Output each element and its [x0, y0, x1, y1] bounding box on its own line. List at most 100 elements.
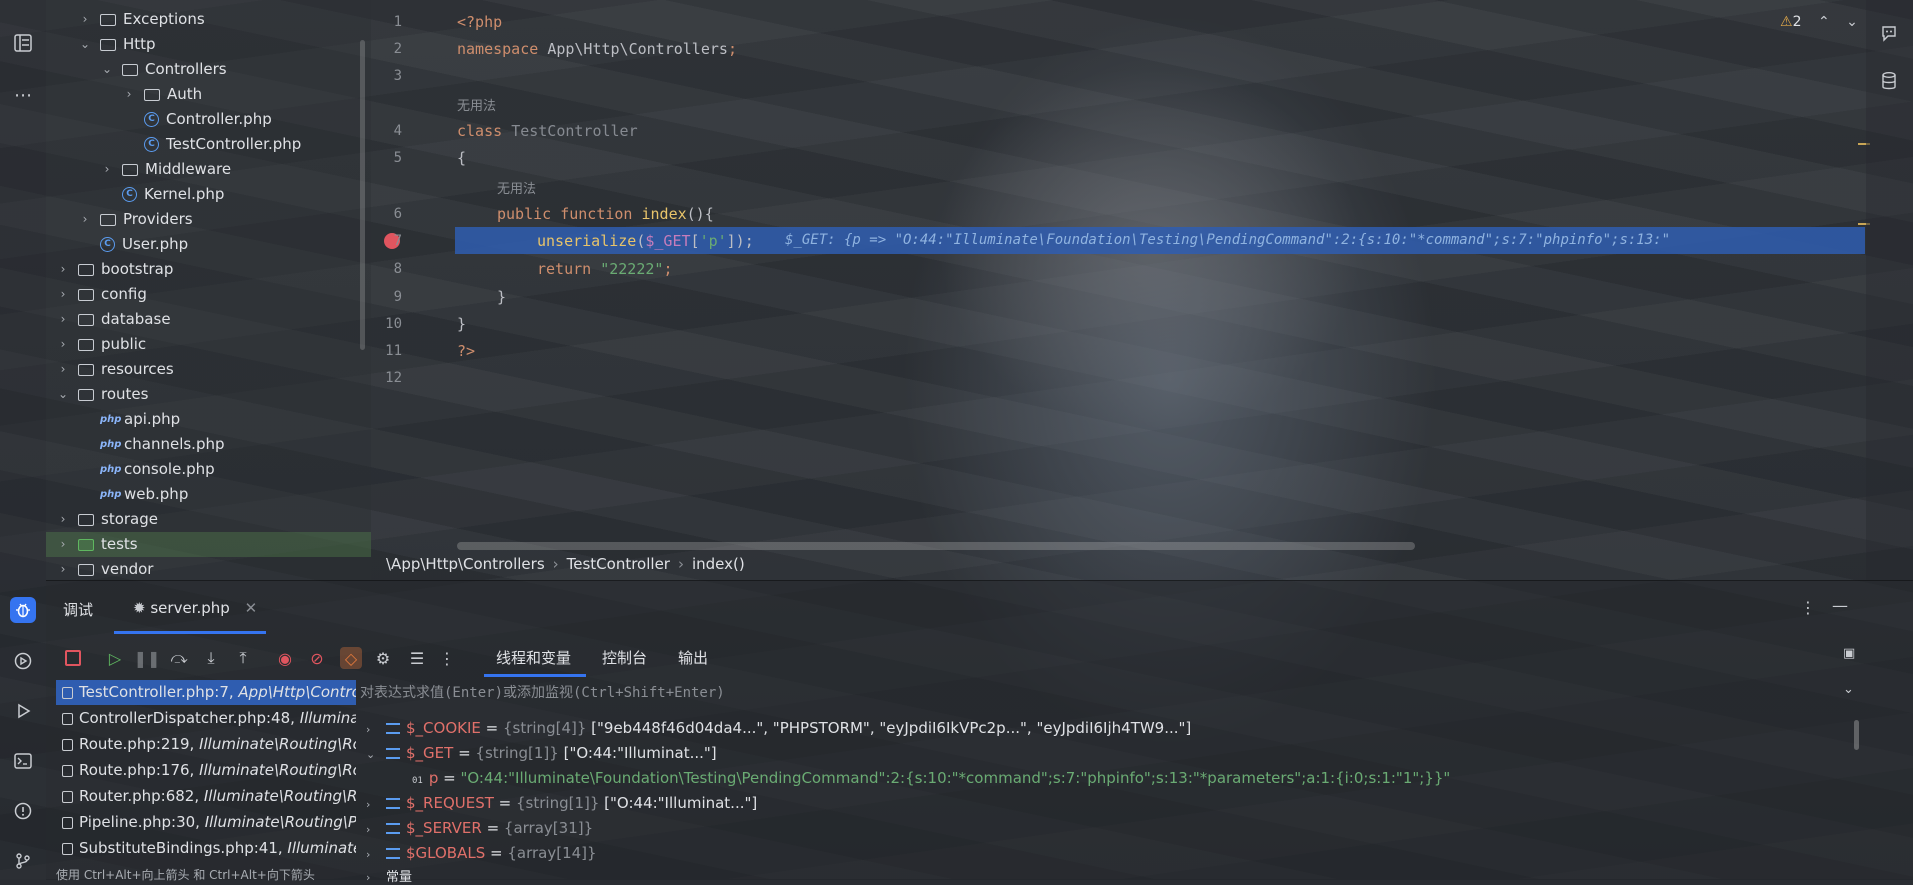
chevron-right-icon[interactable]: › [56, 357, 70, 382]
variable-child-row[interactable]: 01 p = "O:44:"Illuminate\Foundation\Testi… [412, 769, 1852, 787]
stop-icon[interactable] [62, 647, 84, 669]
git-icon[interactable] [10, 848, 36, 874]
breadcrumb-method[interactable]: index() [692, 555, 745, 573]
tree-item[interactable]: › Middleware [46, 157, 371, 182]
breadcrumb-class[interactable]: TestController [567, 555, 670, 573]
stack-frame[interactable]: Pipeline.php:30, Illuminate\Routing\Pipe… [56, 810, 356, 835]
tab-threads-variables[interactable]: 线程和变量 [496, 647, 571, 668]
variable-row[interactable]: › $_REQUEST = {string[1]} ["O:44:"Illumin… [366, 794, 757, 812]
tree-item[interactable]: › tests [46, 532, 371, 557]
inspection-widget[interactable]: ⚠2 ⌃ ⌄ [1780, 14, 1858, 30]
tree-item[interactable]: › Providers [46, 207, 371, 232]
chevron-down-icon[interactable]: ⌄ [78, 32, 92, 57]
variable-row[interactable]: ⌄ $_GET = {string[1]} ["O:44:"Illuminat..… [366, 744, 717, 762]
ai-assistant-icon[interactable] [1876, 20, 1902, 46]
close-tab-icon[interactable]: ✕ [245, 599, 258, 617]
tab-output[interactable]: 输出 [678, 647, 708, 668]
step-into-icon[interactable]: ⤓ [200, 647, 222, 669]
chevron-down-icon[interactable]: ⌄ [100, 57, 114, 82]
chevron-right-icon[interactable]: › [78, 7, 92, 32]
chevron-right-icon[interactable]: › [56, 532, 70, 557]
tree-item[interactable]: C User.php [46, 232, 371, 257]
code-editor[interactable] [371, 0, 1866, 580]
chevron-right-icon[interactable]: › [78, 207, 92, 232]
chevron-right-icon[interactable]: › [56, 307, 70, 332]
tree-item[interactable]: › Auth [46, 82, 371, 107]
project-structure-icon[interactable] [10, 30, 36, 56]
services-icon[interactable] [10, 648, 36, 674]
tree-item[interactable]: › bootstrap [46, 257, 371, 282]
chevron-down-icon[interactable]: ⌄ [366, 748, 380, 761]
terminal-icon[interactable] [10, 748, 36, 774]
tree-item[interactable]: › vendor [46, 557, 371, 580]
more-icon[interactable]: ⋯ [10, 82, 36, 108]
database-icon[interactable] [1876, 68, 1902, 94]
chevron-right-icon[interactable]: › [122, 82, 136, 107]
stack-frame[interactable]: Route.php:219, Illuminate\Routing\Route-… [56, 732, 356, 757]
tree-item[interactable]: › storage [46, 507, 371, 532]
chevron-right-icon[interactable]: › [100, 157, 114, 182]
tree-item[interactable]: ⌄ Http [46, 32, 371, 57]
chevron-right-icon[interactable]: › [366, 798, 380, 811]
constants-row[interactable]: › 常量 [366, 866, 412, 885]
minimize-icon[interactable]: — [1832, 596, 1848, 615]
chevron-right-icon[interactable]: › [56, 557, 70, 580]
tree-item[interactable]: php channels.php [46, 432, 371, 457]
tree-item[interactable]: › resources [46, 357, 371, 382]
variable-row[interactable]: › $_COOKIE = {string[4]} ["9eb448f46d04da… [366, 719, 1191, 737]
more-actions-icon[interactable]: ⋮ [436, 647, 458, 669]
stack-frame[interactable]: Router.php:682, Illuminate\Routing\Route… [56, 784, 356, 809]
chevron-right-icon[interactable]: › [366, 823, 380, 836]
chevron-right-icon[interactable]: › [366, 723, 380, 736]
tab-console[interactable]: 控制台 [602, 647, 647, 668]
break-at-first-line-icon[interactable]: ◇ [340, 647, 362, 669]
breadcrumb-namespace[interactable]: \App\Http\Controllers [386, 555, 545, 573]
tab-server-config[interactable]: ✹ server.php ✕ [133, 599, 257, 617]
chevron-right-icon[interactable]: › [56, 332, 70, 357]
variable-row[interactable]: › $GLOBALS = {array[14]} [366, 844, 597, 862]
settings-icon[interactable]: ⚙ [372, 647, 394, 669]
layout-icon[interactable]: ▣ [1843, 646, 1855, 661]
previous-highlight-icon[interactable]: ⌃ [1818, 14, 1830, 30]
tree-item[interactable]: php console.php [46, 457, 371, 482]
view-breakpoints-icon[interactable]: ◉ [274, 647, 296, 669]
chevron-right-icon[interactable]: › [56, 257, 70, 282]
pause-icon[interactable]: ❚❚ [134, 647, 161, 669]
stack-frame[interactable]: TestController.php:7, App\Http\Controlle… [56, 680, 356, 705]
expand-input-icon[interactable]: ⌄ [1843, 682, 1854, 697]
tree-item[interactable]: C Controller.php [46, 107, 371, 132]
chevron-right-icon[interactable]: › [56, 507, 70, 532]
options-menu-icon[interactable]: ⋮ [1800, 598, 1816, 617]
tree-item[interactable]: › config [46, 282, 371, 307]
resume-icon[interactable]: ▷ [104, 647, 126, 669]
add-watch-icon[interactable]: ☰ [406, 647, 428, 669]
stack-frame[interactable]: SubstituteBindings.php:41, Illuminate\Ro… [56, 836, 356, 861]
chevron-right-icon[interactable]: › [366, 871, 380, 884]
step-out-icon[interactable]: ⤒ [232, 647, 254, 669]
variables-scrollbar[interactable] [1854, 720, 1859, 750]
tree-item[interactable]: › public [46, 332, 371, 357]
editor-horizontal-scrollbar[interactable] [457, 542, 1415, 550]
tree-item[interactable]: php api.php [46, 407, 371, 432]
tree-item[interactable]: ⌄ routes [46, 382, 371, 407]
run-icon[interactable] [10, 698, 36, 724]
chevron-right-icon[interactable]: › [366, 848, 380, 861]
debug-icon[interactable] [10, 597, 36, 623]
tree-item[interactable]: C TestController.php [46, 132, 371, 157]
tree-item[interactable]: C Kernel.php [46, 182, 371, 207]
tree-item[interactable]: ⌄ Controllers [46, 57, 371, 82]
stack-frame[interactable]: Route.php:176, Illuminate\Routing\Route-… [56, 758, 356, 783]
step-over-icon[interactable]: ⤼ [168, 647, 190, 669]
next-highlight-icon[interactable]: ⌄ [1846, 14, 1858, 30]
tree-scrollbar[interactable] [360, 40, 365, 350]
tree-item[interactable]: php web.php [46, 482, 371, 507]
tree-item[interactable]: › Exceptions [46, 7, 371, 32]
chevron-down-icon[interactable]: ⌄ [56, 382, 70, 407]
mute-breakpoints-icon[interactable]: ⊘ [306, 647, 328, 669]
variable-row[interactable]: › $_SERVER = {array[31]} [366, 819, 593, 837]
evaluate-expression-input[interactable]: 对表达式求值(Enter)或添加监视(Ctrl+Shift+Enter) [360, 682, 1850, 702]
problems-icon[interactable] [10, 798, 36, 824]
stack-frame[interactable]: ControllerDispatcher.php:48, Illuminate\… [56, 706, 356, 731]
chevron-right-icon[interactable]: › [56, 282, 70, 307]
tree-item[interactable]: › database [46, 307, 371, 332]
